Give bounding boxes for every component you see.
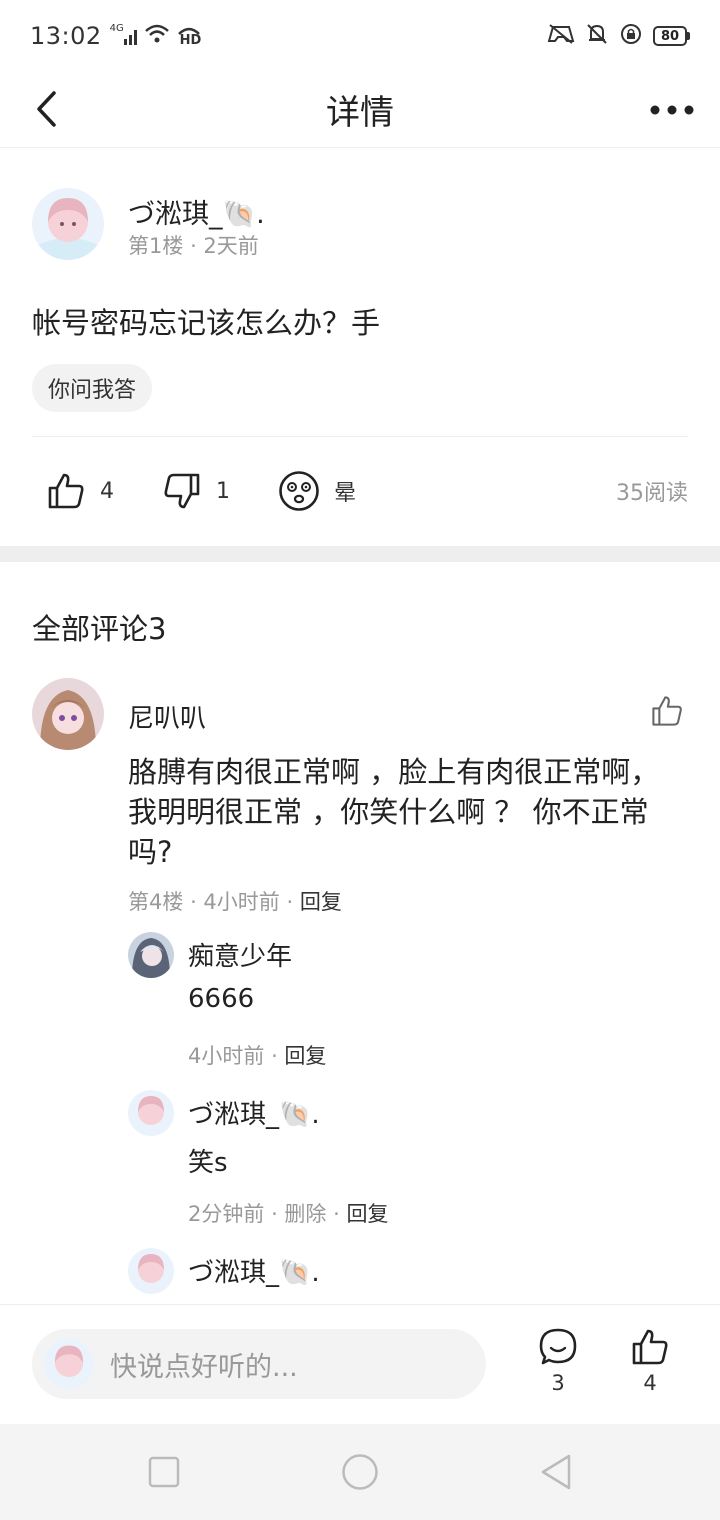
emotion-button[interactable]: 晕	[278, 458, 356, 524]
reply-delete-link[interactable]: 删除	[284, 1202, 326, 1226]
post-meta: 第1楼 · 2天前	[128, 234, 259, 258]
chevron-left-icon	[37, 91, 56, 127]
page-title: 详情	[326, 93, 394, 133]
thumbs-down-icon	[164, 473, 200, 509]
reply-time: 2分钟前	[188, 1202, 265, 1226]
author-avatar[interactable]	[32, 188, 104, 260]
post-actions: 4 1 晕 35阅读	[0, 458, 720, 524]
topic-tag[interactable]: 你问我答	[32, 364, 153, 412]
circle-icon	[342, 1454, 378, 1490]
hd-call-icon: HD	[176, 24, 202, 48]
thumbs-up-icon	[632, 1329, 668, 1365]
bell-muted-icon	[585, 22, 609, 50]
comments-title: 全部评论3	[32, 612, 167, 646]
home-button[interactable]	[338, 1450, 382, 1494]
comment-like-button[interactable]	[650, 694, 690, 734]
post-text: 帐号密码忘记该怎么办？手	[32, 306, 381, 340]
reply-avatar[interactable]	[128, 1248, 174, 1294]
header: 详情	[0, 72, 720, 148]
post-time: 2天前	[203, 234, 259, 258]
post-floor: 第1楼	[128, 234, 184, 258]
reply-author[interactable]: づ淞琪_🐚.	[188, 1094, 320, 1131]
commenter-name[interactable]: 尼叭叭	[128, 698, 206, 735]
comments-button[interactable]: 3	[528, 1327, 588, 1407]
more-button[interactable]	[650, 90, 694, 130]
reply-author[interactable]: 痴意少年	[188, 936, 292, 973]
thumbs-up-icon	[652, 696, 682, 726]
like-button[interactable]: 4	[46, 458, 114, 524]
lock-rotation-icon	[619, 22, 643, 50]
comment-input-placeholder: 快说点好听的...	[110, 1351, 298, 1383]
comment-time: 4小时前	[203, 890, 280, 914]
commenter-avatar[interactable]	[32, 678, 104, 750]
dislike-button[interactable]: 1	[162, 458, 230, 524]
more-dots-icon	[650, 105, 694, 115]
bottom-like-button[interactable]: 4	[620, 1327, 680, 1407]
dizzy-face-icon	[279, 471, 319, 511]
reply-item: 痴意少年 6666 4小时前 · 回复	[128, 932, 688, 1068]
reply-author[interactable]: づ淞琪_🐚.	[188, 1252, 320, 1289]
dislike-count: 1	[216, 478, 230, 504]
battery-icon: 80	[653, 26, 690, 46]
comment-count: 3	[551, 1371, 565, 1395]
reply-item: づ淞琪_🐚.	[128, 1248, 688, 1304]
reply-reply-link[interactable]: 回复	[284, 1044, 326, 1068]
reply-text: 笑s	[188, 1148, 228, 1178]
reply-time: 4小时前	[188, 1044, 265, 1068]
comment-meta: 第4楼 · 4小时前 · 回复	[128, 890, 342, 914]
comment-bubble-icon	[539, 1328, 577, 1365]
thumbs-up-icon	[48, 473, 84, 509]
battery-level: 80	[653, 26, 687, 46]
comment-reply-link[interactable]: 回复	[300, 890, 342, 914]
reply-meta: 2分钟前 · 删除 · 回复	[188, 1202, 389, 1226]
divider	[32, 436, 688, 437]
reply-item: づ淞琪_🐚. 笑s 2分钟前 · 删除 · 回复	[128, 1090, 688, 1226]
like-count: 4	[100, 478, 114, 504]
status-time: 13:02	[30, 22, 102, 50]
recent-apps-button[interactable]	[142, 1450, 186, 1494]
comment-floor: 第4楼	[128, 890, 184, 914]
reply-reply-link[interactable]: 回复	[346, 1202, 388, 1226]
section-separator	[0, 546, 720, 562]
reply-meta: 4小时前 · 回复	[188, 1044, 327, 1068]
post-author-name[interactable]: づ淞琪_🐚.	[128, 192, 265, 231]
back-button[interactable]	[26, 84, 66, 134]
square-icon	[148, 1456, 180, 1488]
system-nav-bar	[0, 1424, 720, 1520]
hd-label: HD	[179, 33, 202, 48]
read-count: 35阅读	[616, 481, 688, 506]
reply-avatar[interactable]	[128, 932, 174, 978]
reply-text: 6666	[188, 984, 255, 1014]
comment-input[interactable]: 快说点好听的...	[32, 1329, 486, 1399]
wifi-icon	[144, 23, 170, 49]
triangle-back-icon	[541, 1454, 571, 1490]
status-bar: 13:02 4G HD 80	[0, 0, 720, 72]
bottom-bar: 快说点好听的... 3 4	[0, 1304, 720, 1424]
post: づ淞琪_🐚. 第1楼 · 2天前 帐号密码忘记该怎么办？手 你问我答 4 1 晕…	[0, 148, 720, 546]
emotion-label: 晕	[334, 481, 357, 506]
back-nav-button[interactable]	[534, 1450, 578, 1494]
gamepad-icon	[547, 23, 575, 49]
reply-avatar[interactable]	[128, 1090, 174, 1136]
my-avatar	[44, 1339, 94, 1389]
comment-text: 胳膊有肉很正常啊 ，脸上有肉很正常啊， 我明明很正常 ，你笑什么啊 ？ 你不正常…	[128, 755, 660, 869]
network-type-label: 4G	[109, 23, 124, 34]
bottom-like-count: 4	[643, 1371, 657, 1395]
signal-icon: 4G	[109, 23, 138, 47]
